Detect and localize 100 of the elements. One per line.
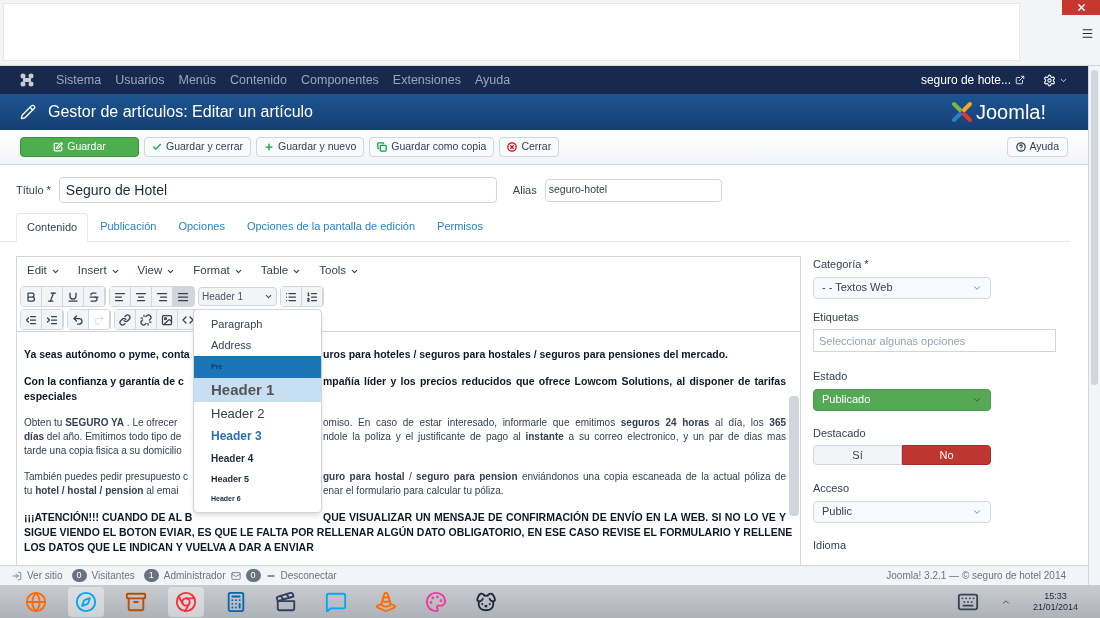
format-select[interactable]: Header 1 [198, 287, 277, 306]
editor-text: También puedes pedir presupuesto c [24, 470, 189, 484]
close-button[interactable] [1062, 0, 1100, 15]
site-link[interactable]: seguro de hote... [920, 71, 1011, 89]
toolbar-button[interactable]: Guardar y nuevo [256, 137, 365, 157]
editor-text: días del año. Emitimos todo tipo de [24, 430, 183, 444]
toolbar-button[interactable]: Cerrar [499, 137, 560, 157]
italic-icon[interactable] [42, 287, 63, 306]
view-site-link[interactable]: Ver sitio [27, 568, 63, 583]
copy-icon [377, 142, 388, 152]
editor-menu[interactable]: Format [193, 262, 243, 280]
editor-text: guro para hostal / seguro para pension enviándonos una copia escaneada de la actual póliza de [323, 470, 786, 484]
field-label: Destacado [813, 425, 867, 441]
field-label: Categoría * [813, 257, 870, 272]
editor-text: Obten tu SEGURO YA . Le ofrecer [24, 416, 179, 430]
editor-menu[interactable]: Edit [27, 262, 60, 280]
menu-item[interactable]: Sistema [56, 70, 102, 90]
editor-menu[interactable]: Insert [77, 262, 120, 280]
tab[interactable]: Publicación [90, 212, 167, 241]
status-text: Administrador [163, 569, 226, 583]
bold-icon[interactable] [21, 287, 42, 306]
align-center-icon[interactable] [131, 287, 152, 306]
tab[interactable]: Contenido [16, 213, 89, 242]
editor-text: especiales [24, 389, 78, 404]
editor-text: enar el formulario para calcular tu póliza. [323, 484, 504, 498]
mail-icon [230, 570, 241, 581]
format-option[interactable]: Address [194, 335, 321, 356]
field-label: Idioma [813, 537, 848, 553]
browser-icon[interactable] [168, 586, 204, 617]
editor-text: ndole la poliza y el justificante de pago al instante a su correo electronico, y un par de dias mas [323, 430, 786, 444]
field-label: Acceso [813, 481, 851, 496]
menu-item[interactable]: Componentes [301, 70, 379, 90]
help-icon [1016, 142, 1027, 152]
settings-icon[interactable] [1043, 73, 1056, 87]
menu-item[interactable]: Extensiones [392, 70, 461, 90]
tab[interactable]: Opciones [168, 212, 235, 241]
toggle-option[interactable]: Sí [813, 445, 902, 465]
tab[interactable]: Opciones de la pantalla de edición [236, 212, 426, 241]
format-option[interactable]: Header 4 [194, 447, 321, 469]
count-badge: 0 [71, 568, 87, 583]
undo-icon[interactable] [68, 310, 89, 329]
editor-text: QUE VISUALIZAR UN MENSAJE DE CONFIRMACIÓN DE ENVÍO EN LA WEB. SI NO LO VE Y [323, 510, 786, 525]
field-label: Título * [16, 182, 51, 198]
strikethrough-icon[interactable] [84, 287, 105, 306]
joomla-icon[interactable] [20, 73, 34, 87]
check-icon [152, 142, 162, 152]
tab[interactable]: Permisos [427, 212, 493, 241]
help-button[interactable]: Ayuda [1007, 137, 1068, 157]
category-select[interactable]: - - Textos Web [813, 276, 991, 299]
editor-menu[interactable]: View [137, 262, 176, 280]
alias-field[interactable]: seguro-hotel [544, 178, 722, 202]
close-icon [1075, 2, 1087, 13]
editor-text: Ya seas autónomo o pyme, conta [24, 347, 189, 362]
tags-field[interactable]: Seleccionar algunas opciones [813, 329, 1056, 352]
toolbar-button[interactable]: Guardar como copia [369, 137, 495, 157]
joomla-logo-icon [949, 100, 974, 124]
format-option[interactable]: Paragraph [194, 314, 321, 335]
toolbar-button[interactable]: Guardar y cerrar [144, 137, 252, 157]
outdent-icon[interactable] [21, 310, 42, 329]
editor-text: LOS DATOS QUE LE INDICAN Y VUELVA A DAR A ENVIAR [24, 540, 314, 555]
indent-icon[interactable] [42, 310, 63, 329]
menu-item[interactable]: Menús [178, 70, 216, 90]
format-option[interactable]: Header 3 [194, 425, 321, 447]
image-icon[interactable] [157, 310, 178, 329]
bullet-list-icon[interactable] [281, 287, 302, 306]
menu-item[interactable]: Contenido [230, 70, 287, 90]
align-right-icon[interactable] [152, 287, 173, 306]
editor-text: tu hotel / hostal / pension al emai [24, 484, 180, 498]
caret-icon [264, 292, 273, 301]
status-text: Visitantes [91, 569, 135, 583]
field-label: Estado [813, 369, 849, 384]
menu-item[interactable]: Usuarios [115, 70, 165, 90]
logout-link[interactable]: Desconectar [280, 568, 337, 583]
menu-icon[interactable] [1081, 27, 1094, 40]
underline-icon[interactable] [63, 287, 84, 306]
menu-item[interactable]: Ayuda [474, 70, 511, 90]
title-field[interactable]: Seguro de Hotel [58, 177, 497, 203]
editor-text: omiso. En caso de estar interesado, informarle que emitimos seguros 24 horas al día, los 365 [323, 416, 786, 430]
field-label: Alias [512, 182, 537, 198]
editor-menu[interactable]: Tools [319, 262, 360, 280]
access-select[interactable]: Public [813, 500, 991, 523]
unlink-icon[interactable] [136, 310, 157, 329]
format-option[interactable]: Header 1 [194, 378, 321, 402]
scrollbar[interactable] [789, 396, 799, 516]
editor-text: mpañía líder y los precios reducidos que ofrece Lowcom Solutions, al disponer de tarifas [323, 374, 786, 389]
plus-icon [264, 142, 275, 152]
format-option[interactable]: Header 2 [194, 402, 321, 425]
count-badge: 0 [245, 568, 261, 583]
external-link-icon [1015, 75, 1025, 85]
toggle-option[interactable]: No [902, 445, 991, 465]
clock-date: 21/01/2014 [1032, 601, 1078, 613]
numbered-list-icon[interactable] [302, 287, 323, 306]
version-text: Joomla! 3.2.1 — © seguro de hotel 2014 [886, 569, 1066, 583]
edit-icon [53, 142, 64, 152]
close-icon [507, 142, 518, 152]
editor-menu[interactable]: Table [260, 262, 302, 280]
align-left-icon[interactable] [110, 287, 131, 306]
count-badge: 1 [143, 568, 159, 583]
justify-icon[interactable] [173, 287, 194, 306]
format-option[interactable]: Header 5 [194, 469, 321, 491]
